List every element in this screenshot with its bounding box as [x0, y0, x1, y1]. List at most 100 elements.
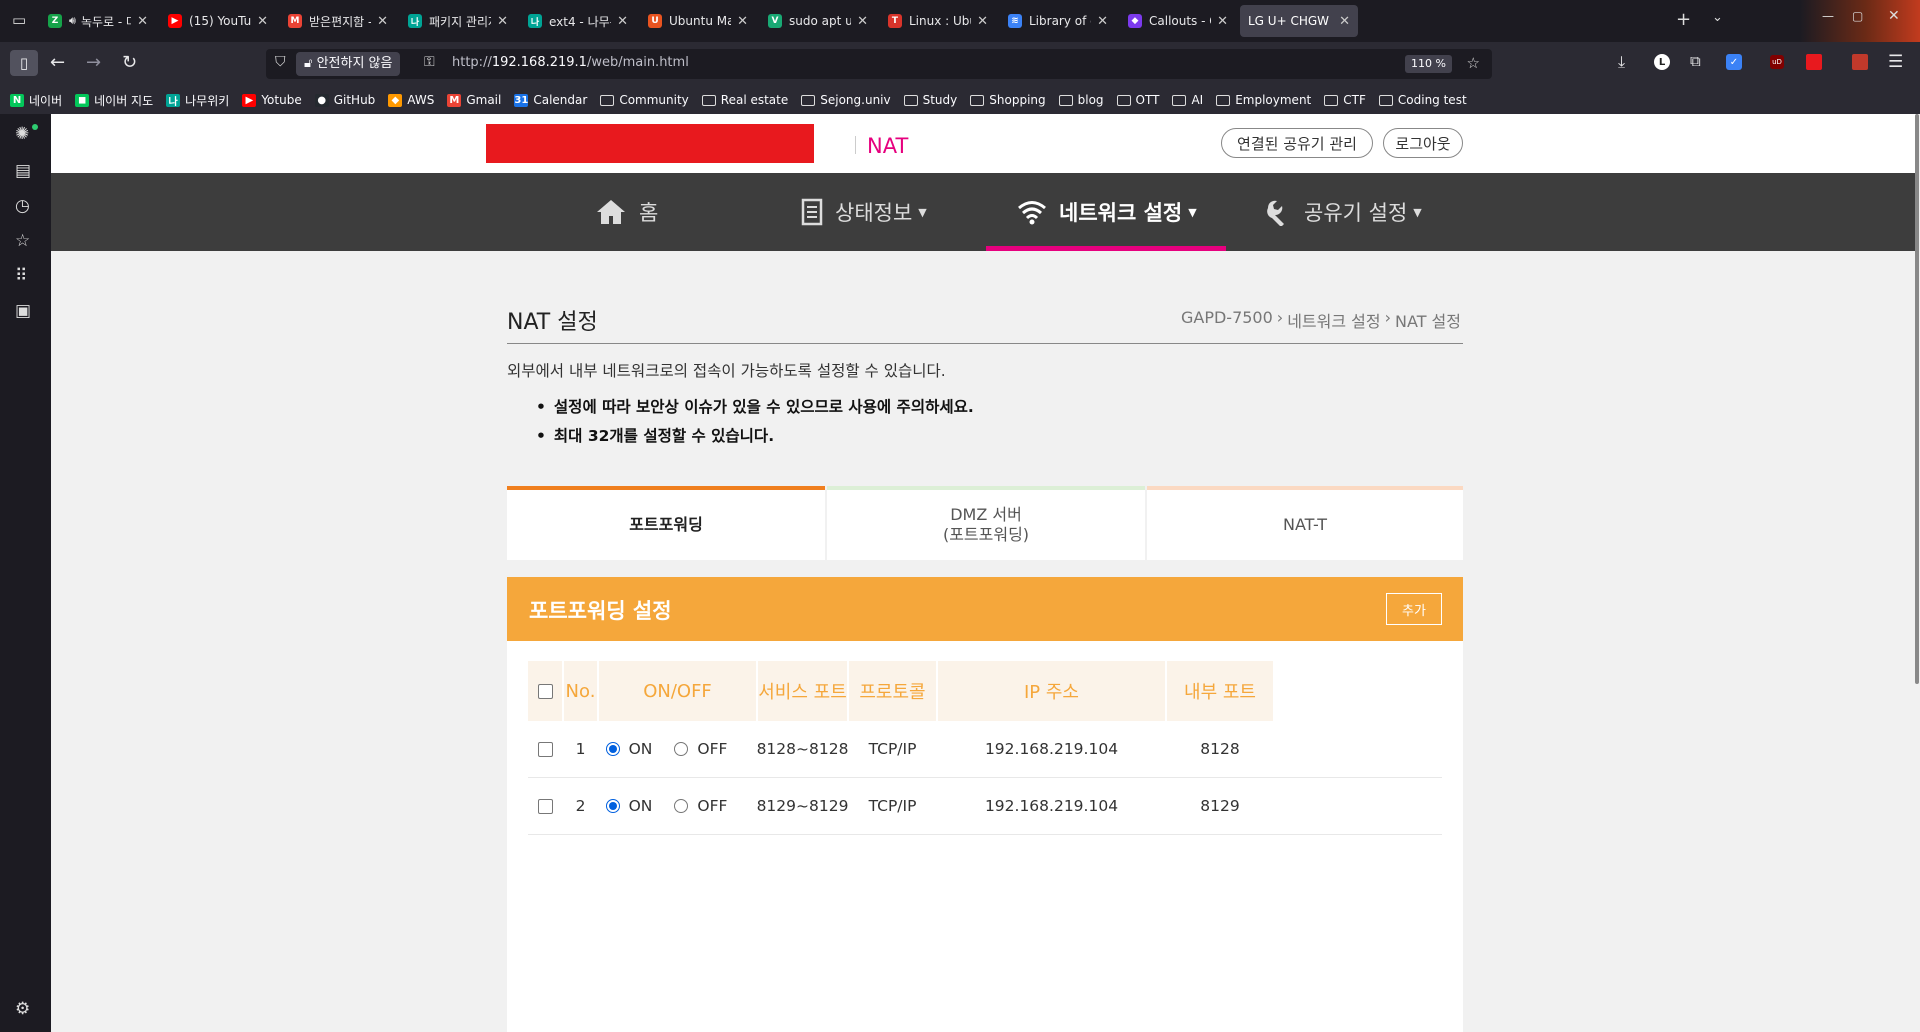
bookmark-item[interactable]: M Gmail	[447, 93, 501, 107]
nat-subtab[interactable]: 포트포워딩	[507, 486, 825, 560]
close-tab-icon[interactable]: ✕	[1339, 14, 1350, 29]
select-all-checkbox[interactable]	[537, 683, 553, 699]
close-tab-icon[interactable]: ✕	[1217, 14, 1228, 29]
zoom-level-badge[interactable]: 110 %	[1405, 55, 1452, 73]
bookmark-folder[interactable]: OTT	[1116, 93, 1159, 107]
browser-tab[interactable]: T Linux : Ubuntu 2(✕	[880, 5, 996, 37]
breadcrumb-item[interactable]: GAPD-7500	[1181, 308, 1273, 332]
radio-button[interactable]	[605, 742, 620, 756]
manage-routers-button[interactable]: 연결된 공유기 관리	[1221, 128, 1373, 158]
browser-tab[interactable]: 나 패키지 관리자 - ✕	[400, 5, 516, 37]
hamburger-menu-icon[interactable]: ☰	[1888, 52, 1903, 72]
row-checkbox[interactable]	[537, 741, 553, 757]
extensions-icon[interactable]: ⧉	[1690, 52, 1701, 70]
logout-button[interactable]: 로그아웃	[1383, 128, 1463, 158]
bookmark-item[interactable]: ◼ 네이버 지도	[75, 92, 153, 109]
bookmark-folder[interactable]: Employment	[1216, 93, 1311, 107]
close-tab-icon[interactable]: ✕	[977, 14, 988, 29]
reload-icon[interactable]: ↻	[122, 52, 137, 73]
minimize-icon[interactable]: —	[1822, 9, 1834, 23]
bookmark-folder[interactable]: Coding test	[1378, 93, 1467, 107]
row-checkbox[interactable]	[537, 798, 553, 814]
close-tab-icon[interactable]: ✕	[137, 14, 148, 29]
radio-button[interactable]	[674, 742, 689, 756]
close-tab-icon[interactable]: ✕	[377, 14, 388, 29]
close-window-icon[interactable]: ✕	[1888, 8, 1900, 24]
close-tab-icon[interactable]: ✕	[1097, 14, 1108, 29]
browser-tab[interactable]: 나 ext4 - 나무위키 ✕	[520, 5, 636, 37]
browser-tab[interactable]: LG U+ CHGW Web ✕	[1240, 5, 1358, 37]
tab-overflow-chevron-icon[interactable]: ⌄	[1712, 10, 1723, 25]
nat-subtab[interactable]: DMZ 서버 (포트포워딩)	[827, 486, 1145, 560]
forward-icon[interactable]: →	[86, 52, 101, 73]
radio-button[interactable]	[674, 799, 689, 813]
back-icon[interactable]: ←	[50, 52, 65, 73]
close-tab-icon[interactable]: ✕	[617, 14, 628, 29]
menu-item-status[interactable]: 상태정보 ▼	[801, 173, 927, 251]
breadcrumb-item[interactable]: 네트워크 설정	[1287, 308, 1380, 332]
history-icon[interactable]: ◷	[15, 196, 30, 216]
nat-subtab[interactable]: NAT-T	[1147, 486, 1463, 560]
bookmark-item[interactable]: 나 나무위키	[166, 92, 229, 109]
sidebar-toggle-icon[interactable]: ▯	[10, 50, 38, 76]
bookmark-item[interactable]: ● GitHub	[314, 93, 375, 107]
maximize-icon[interactable]: ▢	[1852, 9, 1863, 23]
radio-off[interactable]: OFF	[674, 740, 727, 758]
bookmarks-icon[interactable]: ☆	[15, 231, 30, 251]
bookmark-item[interactable]: N 네이버	[10, 92, 62, 109]
browser-tab[interactable]: ▶ (15) YouTube ✕	[160, 5, 276, 37]
extension-check-icon[interactable]: ✓	[1726, 54, 1742, 70]
menu-item-home[interactable]: 홈	[595, 173, 658, 251]
browser-tab[interactable]: ◆ Callouts - Obsidi ✕	[1120, 5, 1236, 37]
extension-red-square-icon[interactable]	[1852, 54, 1868, 70]
bookmark-folder[interactable]: blog	[1058, 93, 1104, 107]
browser-tab[interactable]: U Ubuntu Manpag ✕	[640, 5, 756, 37]
radio-button[interactable]	[605, 799, 620, 813]
radio-on[interactable]: ON	[605, 797, 652, 815]
ublock-icon[interactable]: uD	[1770, 55, 1784, 69]
key-icon[interactable]: ⚿	[424, 54, 435, 70]
insecure-connection-badge[interactable]: 🔓︎ 안전하지 않음	[296, 52, 401, 76]
bookmark-star-icon[interactable]: ☆	[1467, 54, 1480, 72]
extension-red-icon[interactable]	[1806, 54, 1822, 70]
new-tab-icon[interactable]: +	[1676, 9, 1691, 30]
apps-grid-icon[interactable]: ⠿	[15, 266, 27, 286]
bookmark-item[interactable]: ◆ AWS	[388, 93, 434, 107]
menu-item-router-settings[interactable]: 공유기 설정 ▼	[1264, 173, 1422, 251]
browser-tab[interactable]: M 받은편지함 - lee ✕	[280, 5, 396, 37]
radio-on[interactable]: ON	[605, 740, 652, 758]
page-scrollbar[interactable]	[1915, 114, 1919, 684]
close-tab-icon[interactable]: ✕	[857, 14, 868, 29]
add-rule-button[interactable]: 추가	[1386, 593, 1442, 625]
browser-tab[interactable]: Z 🔊︎ 녹두로 - 마E ✕	[40, 5, 156, 37]
menu-item-network-settings[interactable]: 네트워크 설정 ▼	[1017, 173, 1197, 251]
close-tab-icon[interactable]: ✕	[257, 14, 268, 29]
bookmark-folder[interactable]: Real estate	[701, 93, 789, 107]
downloads-icon[interactable]: ⤓	[1618, 52, 1625, 72]
address-bar[interactable]: ⛉ 🔓︎ 안전하지 않음 ⚿ http://192.168.219.1/web/…	[266, 49, 1492, 79]
browser-tab[interactable]: Vsudo apt update ✕	[760, 5, 876, 37]
browser-tab[interactable]: ≋ Library of develo ✕	[1000, 5, 1116, 37]
shield-icon[interactable]: ⛉	[275, 54, 286, 70]
close-tab-icon[interactable]: ✕	[497, 14, 508, 29]
bookmark-folder[interactable]: Sejong.univ	[801, 93, 891, 107]
url-text[interactable]: http://192.168.219.1/web/main.html	[452, 55, 689, 70]
synced-tabs-icon[interactable]: ▤	[15, 161, 31, 181]
chatgpt-icon[interactable]: ✺	[15, 124, 29, 144]
tab-list-icon[interactable]: ▭	[12, 11, 26, 29]
bookmark-item[interactable]: 31 Calendar	[514, 93, 587, 107]
bookmark-item[interactable]: ▶ Yotube	[242, 93, 302, 107]
bookmark-folder[interactable]: AI	[1172, 93, 1203, 107]
bookmark-label: Real estate	[720, 93, 789, 107]
account-icon[interactable]: L	[1654, 54, 1670, 70]
bookmark-folder[interactable]: Community	[600, 93, 689, 107]
bookmark-folder[interactable]: Shopping	[970, 93, 1046, 107]
extension-sidebar-icon[interactable]: ▣	[15, 301, 31, 321]
radio-off[interactable]: OFF	[674, 797, 727, 815]
brand-logo[interactable]	[486, 124, 814, 163]
bookmark-folder[interactable]: Study	[903, 93, 957, 107]
audio-playing-icon[interactable]: 🔊︎	[69, 14, 76, 28]
close-tab-icon[interactable]: ✕	[737, 14, 748, 29]
bookmark-folder[interactable]: CTF	[1324, 93, 1366, 107]
sidebar-settings-icon[interactable]: ⚙	[15, 999, 30, 1019]
